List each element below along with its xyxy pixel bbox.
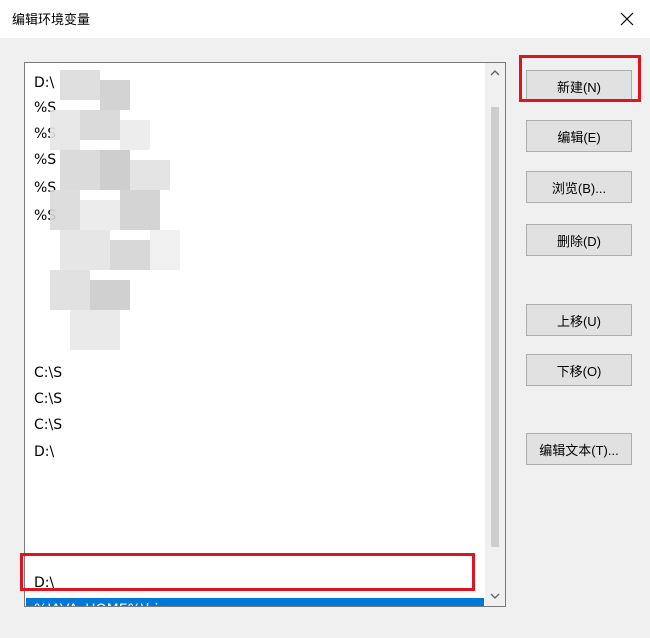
list-item[interactable]: D:\ [26,440,484,464]
path-list-items: D:\%S%S%S%S%SC:\SC:\SC:\SD:\D:\%JAVA_HOM… [25,63,485,606]
list-item[interactable] [26,333,484,357]
dialog-title: 编辑环境变量 [12,13,91,28]
chevron-down-icon [490,593,500,599]
browse-button[interactable]: 浏览(B)... [526,171,632,203]
list-item[interactable]: C:\S [26,387,484,411]
list-item[interactable]: %S [26,176,484,200]
move-up-button[interactable]: 上移(U) [526,304,632,336]
list-item[interactable] [26,491,484,515]
edit-env-var-dialog: 编辑环境变量 D:\%S%S%S%S%SC:\SC:\SC:\SD:\D:\%J… [0,0,650,638]
scroll-up-button[interactable] [485,63,505,83]
move-down-button[interactable]: 下移(O) [526,354,632,386]
path-list[interactable]: D:\%S%S%S%S%SC:\SC:\SC:\SD:\D:\%JAVA_HOM… [24,62,506,607]
vertical-scrollbar[interactable] [485,63,505,606]
list-item[interactable]: D:\ [26,71,484,95]
scroll-thumb[interactable] [491,107,499,547]
list-item-selected[interactable]: %JAVA_HOME%\bin [26,598,484,606]
list-item[interactable]: C:\S [26,413,484,437]
list-item[interactable] [26,518,484,542]
chevron-up-icon [490,70,500,76]
new-button[interactable]: 新建(N) [526,70,632,102]
close-button[interactable] [604,0,650,38]
list-item[interactable]: D:\ [26,571,484,595]
title-bar: 编辑环境变量 [0,0,650,38]
list-item[interactable] [26,281,484,305]
close-icon [620,12,634,26]
list-item[interactable] [26,544,484,568]
edit-text-button[interactable]: 编辑文本(T)... [526,433,632,465]
list-item[interactable] [26,229,484,253]
list-item[interactable] [26,467,484,491]
list-item[interactable]: %S [26,148,484,172]
list-item[interactable]: %S [26,96,484,120]
list-item[interactable] [26,307,484,331]
edit-button[interactable]: 编辑(E) [526,120,632,152]
delete-button[interactable]: 删除(D) [526,224,632,256]
list-item[interactable] [26,255,484,279]
list-item[interactable]: %S [26,122,484,146]
scroll-down-button[interactable] [485,586,505,606]
list-item[interactable]: %S [26,204,484,228]
list-item[interactable]: C:\S [26,361,484,385]
